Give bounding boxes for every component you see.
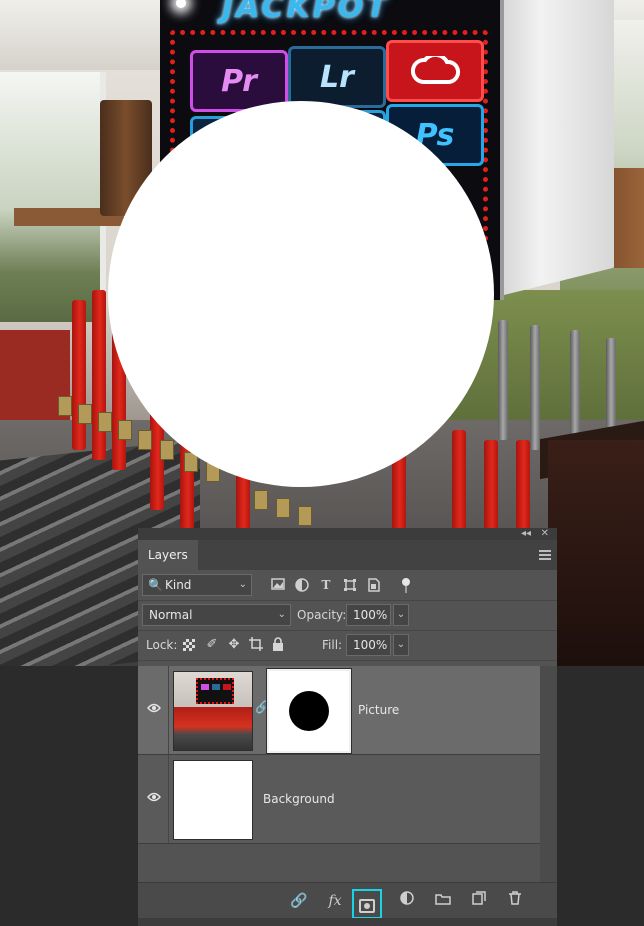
brass-tag <box>298 506 312 526</box>
layer-name[interactable]: Picture <box>358 666 399 754</box>
smart-object-filter-icon[interactable] <box>366 578 382 592</box>
lock-all-icon[interactable] <box>270 637 286 653</box>
visibility-eye-icon[interactable] <box>145 700 163 718</box>
panel-title-bar: ◂◂ ✕ <box>138 528 557 540</box>
adjustment-layer-icon[interactable] <box>396 890 418 912</box>
layer-row-picture[interactable]: 🔗 Picture <box>138 666 540 755</box>
link-layers-icon[interactable]: 🔗 <box>288 890 310 912</box>
type-filter-icon[interactable]: T <box>318 578 334 592</box>
tab-layers[interactable]: Layers <box>138 540 198 570</box>
sign-title: JACKPOT <box>222 0 390 25</box>
opacity-input[interactable]: 100% <box>346 604 391 626</box>
thumbnail-sign <box>196 678 234 704</box>
kind-label: Kind <box>165 578 192 592</box>
opacity-label: Opacity: <box>297 608 347 622</box>
lever-handle <box>498 320 508 440</box>
visibility-eye-icon[interactable] <box>145 789 163 807</box>
lock-brush-icon[interactable]: ✐ <box>204 637 220 653</box>
lock-transparency-icon[interactable] <box>181 637 197 653</box>
chevron-down-icon: ⌄ <box>238 579 247 590</box>
creative-cloud-icon <box>410 56 460 84</box>
filter-toggle-icon[interactable] <box>398 578 414 593</box>
lightroom-tile: Lr <box>288 46 386 108</box>
search-icon: 🔍 <box>148 578 163 592</box>
panel-footer: 🔗 fx <box>138 882 557 919</box>
layer-thumbnail[interactable] <box>173 671 253 751</box>
left-window <box>0 72 106 322</box>
divider <box>168 666 169 754</box>
fill-stepper[interactable]: ⌄ <box>393 634 409 656</box>
close-icon[interactable]: ✕ <box>541 528 549 540</box>
layer-row-background[interactable]: Background <box>138 755 540 844</box>
red-lever <box>452 430 466 540</box>
sign-side-panel <box>492 0 614 299</box>
red-lever <box>72 300 86 450</box>
kind-filter-dropdown[interactable]: 🔍 Kind ⌄ <box>142 574 252 596</box>
layers-scrollbar[interactable] <box>540 666 557 882</box>
lock-artboard-icon[interactable] <box>248 637 264 653</box>
mask-black-circle <box>289 691 329 731</box>
adjustment-filter-icon[interactable] <box>294 578 310 592</box>
blend-mode-dropdown[interactable]: Normal ⌄ <box>142 604 291 626</box>
lever-handle <box>530 325 540 450</box>
red-lever <box>92 290 106 460</box>
layers-empty-area[interactable] <box>138 844 540 882</box>
panel-tab-bar: Layers <box>138 540 557 570</box>
group-folder-icon[interactable] <box>432 890 454 912</box>
brass-tag <box>118 420 132 440</box>
fx-icon[interactable]: fx <box>324 890 346 912</box>
blend-mode-value: Normal <box>149 608 193 622</box>
new-layer-icon[interactable] <box>468 890 490 912</box>
image-filter-icon[interactable] <box>270 578 286 592</box>
brass-tag <box>58 396 72 416</box>
trash-icon[interactable] <box>504 890 526 912</box>
white-circle-shape <box>108 101 494 487</box>
lock-label: Lock: <box>146 638 178 652</box>
red-lever <box>484 440 498 540</box>
brass-tag <box>276 498 290 518</box>
brass-tag <box>98 412 112 432</box>
fill-input[interactable]: 100% <box>346 634 391 656</box>
opacity-stepper[interactable]: ⌄ <box>393 604 409 626</box>
layers-panel: ◂◂ ✕ Layers 🔍 Kind ⌄ T Normal ⌄ Opacity:… <box>138 528 557 926</box>
red-lever <box>516 440 530 540</box>
brass-tag <box>160 440 174 460</box>
wooden-cabinet <box>548 440 644 666</box>
add-mask-icon[interactable] <box>352 889 382 919</box>
collapse-icon[interactable]: ◂◂ <box>521 528 531 540</box>
shape-filter-icon[interactable] <box>342 578 358 592</box>
lock-position-icon[interactable]: ✥ <box>226 637 242 653</box>
fx-label: fx <box>328 893 342 909</box>
layer-thumbnail[interactable] <box>173 760 253 840</box>
panel-bottom-edge <box>138 918 557 926</box>
brass-tag <box>78 404 92 424</box>
filter-row: 🔍 Kind ⌄ T <box>138 570 557 601</box>
layer-name[interactable]: Background <box>263 755 335 843</box>
fill-label: Fill: <box>322 638 343 652</box>
lock-row: Lock: ✐ ✥ Fill: 100% ⌄ <box>138 630 557 661</box>
layer-mask-thumbnail[interactable] <box>267 669 351 753</box>
creative-cloud-tile <box>386 40 484 102</box>
brass-tag <box>254 490 268 510</box>
panel-menu-icon[interactable] <box>539 548 551 560</box>
divider <box>168 755 169 843</box>
brass-tag <box>138 430 152 450</box>
chevron-down-icon: ⌄ <box>277 609 286 620</box>
blend-row: Normal ⌄ Opacity: 100% ⌄ <box>138 600 557 631</box>
